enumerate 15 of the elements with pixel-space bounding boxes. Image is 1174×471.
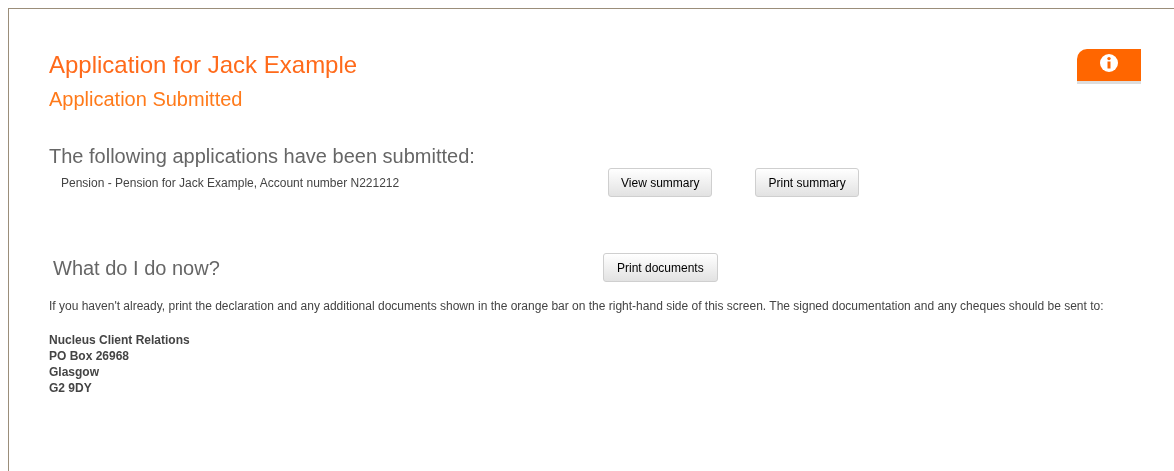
page-title: Application for Jack Example bbox=[49, 50, 358, 80]
section-heading: The following applications have been submitted: bbox=[49, 144, 475, 169]
address-line: Nucleus Client Relations bbox=[49, 332, 190, 348]
info-tab[interactable] bbox=[1077, 49, 1141, 84]
section-heading: What do I do now? bbox=[53, 255, 221, 281]
address-line: PO Box 26968 bbox=[49, 348, 130, 364]
print-summary-button[interactable]: Print summary bbox=[755, 168, 859, 197]
instructions-text: If you haven't already, print the declaration and any additional documents shown in the orange bar on the right-hand side of this screen. The signed documentation and any cheques should be sent to: bbox=[49, 298, 1105, 315]
info-icon bbox=[1100, 54, 1118, 72]
view-summary-button[interactable]: View summary bbox=[608, 168, 713, 197]
address-line: Glasgow bbox=[49, 364, 99, 380]
application-text: Pension - Pension for Jack Example, Account number N221212 bbox=[61, 175, 401, 191]
address-line: G2 9DY bbox=[49, 380, 92, 396]
print-documents-button[interactable]: Print documents bbox=[603, 253, 718, 282]
page-subtitle: Application Submitted bbox=[49, 87, 243, 112]
